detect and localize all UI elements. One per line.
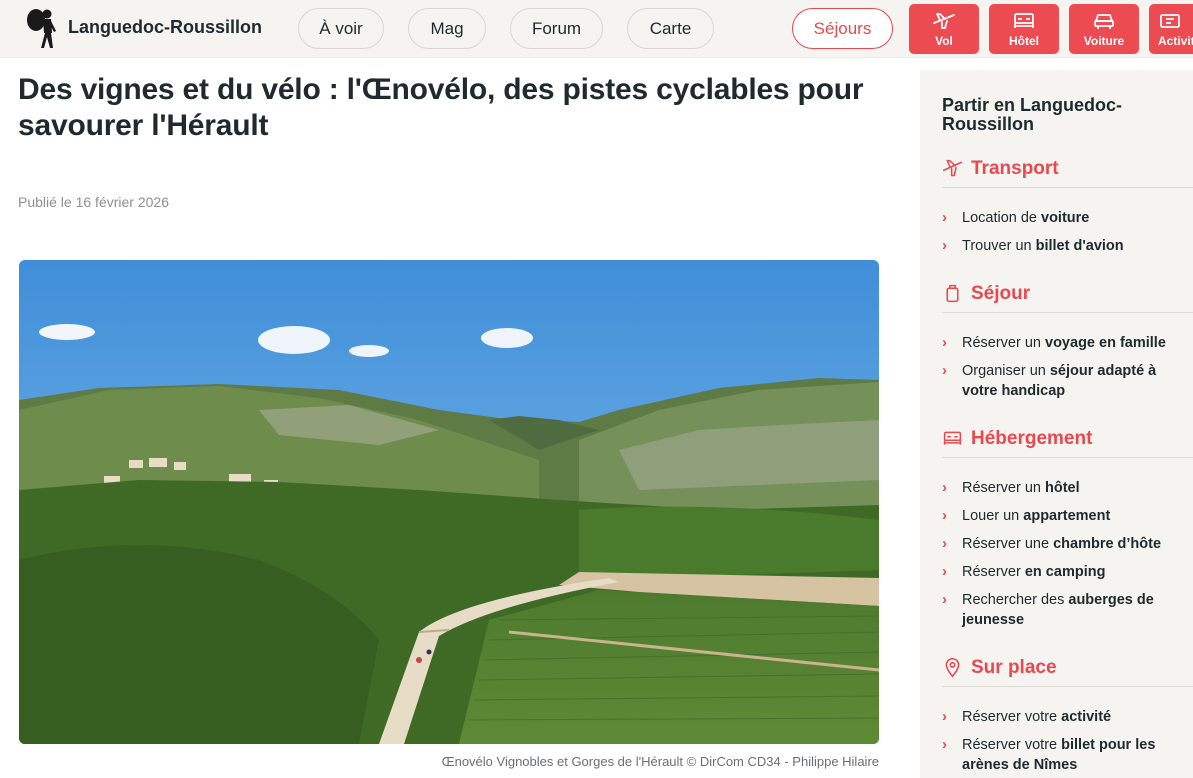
chevron-right-icon: › bbox=[942, 591, 947, 608]
sidebar-title: Partir en Languedoc-Roussillon bbox=[942, 95, 1123, 134]
chevron-right-icon: › bbox=[942, 736, 947, 753]
chevron-right-icon: › bbox=[942, 237, 947, 254]
plane-icon bbox=[933, 12, 955, 29]
nav-mag[interactable]: Mag bbox=[408, 8, 486, 49]
link-camping[interactable]: › Réserver en camping bbox=[942, 562, 1187, 582]
section-sejour: Séjour bbox=[942, 283, 1193, 313]
landscape-illustration bbox=[19, 260, 879, 744]
car-icon bbox=[1094, 13, 1114, 29]
tile-voiture[interactable]: Voiture bbox=[1069, 4, 1139, 54]
chevron-right-icon: › bbox=[942, 708, 947, 725]
link-arenes-nimes[interactable]: › Réserver votre billet pour les arènes … bbox=[942, 735, 1187, 775]
link-sejour-handicap[interactable]: › Organiser un séjour adapté à votre han… bbox=[942, 361, 1187, 401]
chevron-right-icon: › bbox=[942, 535, 947, 552]
tile-vol[interactable]: Vol bbox=[909, 4, 979, 54]
sidebar: Partir en Languedoc-Roussillon Transport… bbox=[920, 70, 1193, 778]
tile-label: Hôtel bbox=[1009, 33, 1039, 48]
site-name[interactable]: Languedoc-Roussillon bbox=[68, 17, 262, 38]
chevron-right-icon: › bbox=[942, 209, 947, 226]
section-title: Sur place bbox=[971, 656, 1057, 678]
chevron-right-icon: › bbox=[942, 334, 947, 351]
article-title: Des vignes et du vélo : l'Œnovélo, des p… bbox=[18, 73, 864, 142]
link-chambre-hote[interactable]: › Réserver une chambre d’hôte bbox=[942, 534, 1187, 554]
nav-carte[interactable]: Carte bbox=[627, 8, 714, 49]
section-hebergement: Hébergement bbox=[942, 428, 1193, 458]
link-activite[interactable]: › Réserver votre activité bbox=[942, 707, 1187, 727]
link-appartement[interactable]: › Louer un appartement bbox=[942, 506, 1187, 526]
nav-a-voir[interactable]: À voir bbox=[298, 8, 384, 49]
link-auberges-jeunesse[interactable]: › Rechercher des auberges de jeunesse bbox=[942, 590, 1187, 630]
tile-label: Voiture bbox=[1083, 33, 1125, 48]
section-title: Hébergement bbox=[971, 427, 1093, 449]
section-sur-place: Sur place bbox=[942, 657, 1193, 687]
section-title: Transport bbox=[971, 157, 1059, 179]
published-date: Publié le 16 février 2026 bbox=[18, 194, 169, 210]
chevron-right-icon: › bbox=[942, 479, 947, 496]
section-transport: Transport bbox=[942, 158, 1193, 188]
plane-icon bbox=[942, 159, 963, 177]
site-header: Languedoc-Roussillon À voir Mag Forum Ca… bbox=[0, 0, 1193, 58]
chevron-right-icon: › bbox=[942, 362, 947, 379]
map-pin-icon bbox=[945, 657, 960, 678]
hero-photo[interactable] bbox=[19, 260, 879, 744]
tile-activites[interactable]: Activit bbox=[1149, 4, 1193, 54]
nav-forum[interactable]: Forum bbox=[510, 8, 603, 49]
suitcase-icon bbox=[946, 284, 959, 303]
link-hotel[interactable]: › Réserver un hôtel bbox=[942, 478, 1187, 498]
backpacker-logo-icon[interactable] bbox=[22, 7, 58, 49]
link-location-voiture[interactable]: › Location de voiture bbox=[942, 208, 1187, 228]
link-billet-avion[interactable]: › Trouver un billet d'avion bbox=[942, 236, 1187, 256]
tile-label: Vol bbox=[935, 33, 953, 48]
photo-caption: Œnovélo Vignobles et Gorges de l'Hérault… bbox=[441, 754, 879, 769]
bed-icon bbox=[1014, 12, 1034, 28]
sejours-button[interactable]: Séjours bbox=[792, 8, 893, 49]
ticket-icon bbox=[1160, 13, 1180, 28]
chevron-right-icon: › bbox=[942, 507, 947, 524]
tile-label: Activit bbox=[1158, 33, 1193, 48]
section-title: Séjour bbox=[971, 282, 1031, 304]
link-voyage-famille[interactable]: › Réserver un voyage en famille bbox=[942, 333, 1187, 353]
chevron-right-icon: › bbox=[942, 563, 947, 580]
tile-hotel[interactable]: Hôtel bbox=[989, 4, 1059, 54]
bed-icon bbox=[943, 431, 962, 445]
